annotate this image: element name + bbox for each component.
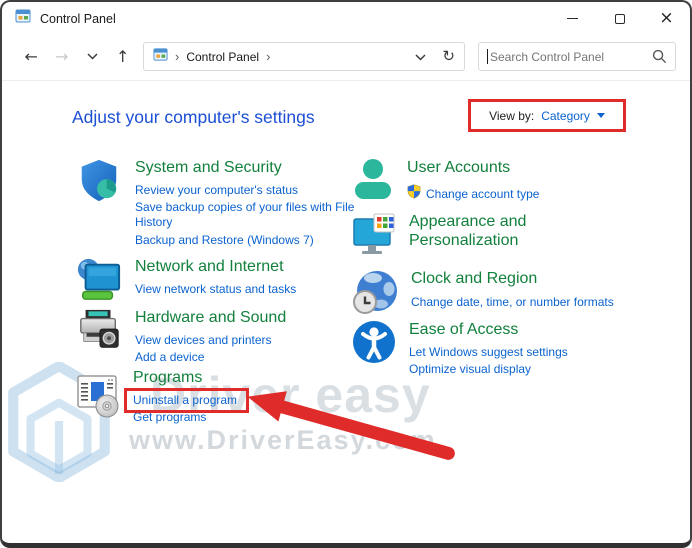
chevron-down-icon: [87, 53, 98, 60]
category-link-clock-and-region[interactable]: Clock and Region: [411, 269, 659, 288]
navigation-toolbar: ← → ↑ › Control Panel ›: [2, 35, 690, 81]
section-hardware-and-sound: Hardware and Sound View devices and prin…: [76, 308, 359, 365]
breadcrumb-separator-icon: ›: [266, 50, 270, 63]
task-link-view-network-status-and-tasks[interactable]: View network status and tasks: [135, 282, 359, 297]
back-button[interactable]: ←: [16, 42, 47, 72]
minimize-icon: [567, 18, 578, 19]
back-icon: ←: [25, 47, 38, 66]
section-user-accounts: User Accounts Change account type: [352, 158, 655, 207]
section-programs: Programs Uninstall a program Get program…: [76, 368, 357, 425]
viewby-annotation-box: View by: Category: [468, 99, 626, 132]
system-security-shield-icon[interactable]: [76, 158, 122, 248]
search-box[interactable]: [478, 42, 676, 71]
address-dropdown-button[interactable]: [415, 48, 426, 66]
close-icon: ×: [659, 10, 673, 27]
drivereasy-url-watermark: www.DriverEasy.com: [129, 425, 437, 456]
task-link-uninstall-a-program[interactable]: Uninstall a program: [133, 393, 357, 408]
recent-locations-button[interactable]: [77, 42, 108, 72]
page-title: Adjust your computer's settings: [72, 107, 315, 128]
breadcrumb-separator-icon: ›: [175, 50, 179, 63]
ease-of-access-icon[interactable]: [352, 320, 396, 377]
view-by-dropdown[interactable]: Category: [541, 109, 590, 123]
user-accounts-person-icon[interactable]: [352, 158, 394, 207]
uac-shield-icon: [407, 184, 421, 204]
forward-button[interactable]: →: [47, 42, 78, 72]
task-link-add-a-device[interactable]: Add a device: [135, 350, 359, 365]
control-panel-icon: [15, 8, 31, 29]
category-link-hardware-and-sound[interactable]: Hardware and Sound: [135, 308, 359, 327]
section-clock-and-region: Clock and Region Change date, time, or n…: [352, 269, 659, 322]
section-network-and-internet: Network and Internet View network status…: [76, 257, 359, 308]
search-input[interactable]: [488, 50, 652, 64]
task-link-backup-and-restore-windows-7[interactable]: Backup and Restore (Windows 7): [135, 233, 359, 248]
hardware-sound-printer-icon[interactable]: [76, 308, 122, 365]
address-control-panel-icon: [153, 47, 168, 67]
task-link-change-date-time-number-formats[interactable]: Change date, time, or number formats: [411, 295, 659, 310]
address-bar[interactable]: › Control Panel › ↻: [143, 42, 465, 71]
category-link-user-accounts[interactable]: User Accounts: [407, 158, 655, 177]
view-by-label: View by:: [489, 109, 534, 123]
task-link-get-programs[interactable]: Get programs: [133, 410, 357, 425]
task-link-review-your-computers-status[interactable]: Review your computer's status: [135, 183, 359, 198]
refresh-icon: ↻: [442, 47, 455, 65]
maximize-button[interactable]: [596, 2, 643, 35]
category-link-ease-of-access[interactable]: Ease of Access: [409, 320, 657, 339]
up-arrow-icon: ↑: [116, 47, 129, 66]
title-bar: Control Panel ×: [2, 2, 690, 35]
category-link-appearance-and-personalization[interactable]: Appearance and Personalization: [409, 212, 584, 250]
forward-icon: →: [55, 47, 68, 66]
section-system-and-security: System and Security Review your computer…: [76, 158, 359, 248]
maximize-icon: [615, 14, 625, 24]
task-link-let-windows-suggest-settings[interactable]: Let Windows suggest settings: [409, 345, 657, 360]
refresh-button[interactable]: ↻: [442, 49, 455, 64]
breadcrumb-control-panel[interactable]: Control Panel: [186, 50, 259, 64]
view-by-dropdown-triangle-icon[interactable]: [597, 113, 605, 118]
chevron-down-icon: [415, 54, 426, 61]
category-link-network-and-internet[interactable]: Network and Internet: [135, 257, 359, 276]
task-link-view-devices-and-printers[interactable]: View devices and printers: [135, 333, 359, 348]
task-link-optimize-visual-display[interactable]: Optimize visual display: [409, 362, 657, 377]
section-ease-of-access: Ease of Access Let Windows suggest setti…: [352, 320, 657, 377]
task-link-change-account-type[interactable]: Change account type: [426, 187, 539, 202]
category-link-programs[interactable]: Programs: [133, 368, 357, 387]
up-button[interactable]: ↑: [108, 42, 139, 72]
window-title: Control Panel: [40, 12, 116, 26]
close-button[interactable]: ×: [643, 2, 690, 35]
programs-icon[interactable]: [76, 373, 120, 425]
section-appearance-and-personalization: Appearance and Personalization: [352, 212, 657, 263]
clock-region-globe-icon[interactable]: [352, 269, 398, 322]
control-panel-window: Control Panel × ← → ↑: [0, 0, 692, 548]
search-icon[interactable]: [652, 49, 667, 64]
network-internet-icon[interactable]: [76, 257, 122, 308]
minimize-button[interactable]: [549, 2, 596, 35]
task-link-save-backup-file-history[interactable]: Save backup copies of your files with Fi…: [135, 200, 359, 230]
category-link-system-and-security[interactable]: System and Security: [135, 158, 359, 177]
appearance-personalization-icon[interactable]: [352, 212, 396, 263]
